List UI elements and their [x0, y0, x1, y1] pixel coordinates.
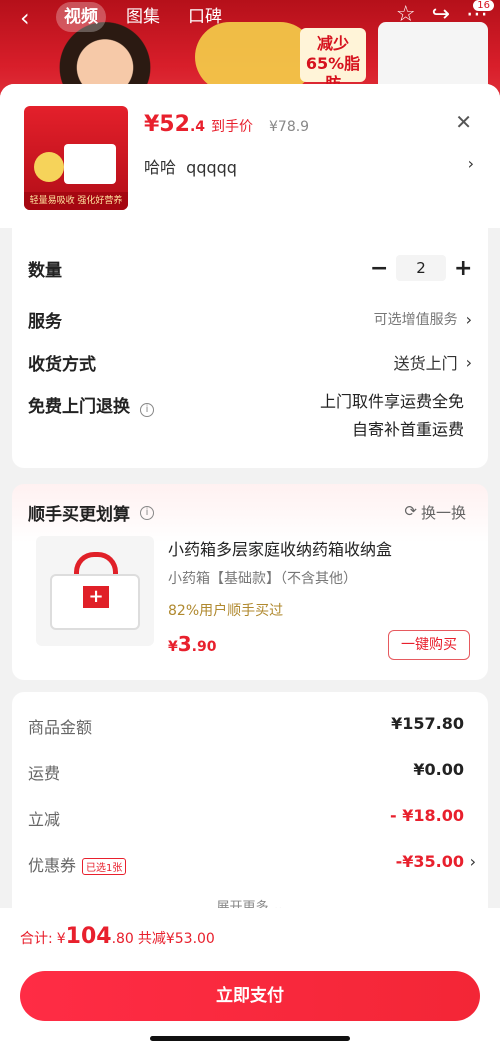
return-line-2: 自寄补首重运费 [351, 420, 464, 439]
quantity-value[interactable]: 2 [396, 255, 446, 281]
media-tabs: 视频 图集 口碑 [56, 2, 230, 32]
checkout-footer: 合计: ¥104.80 共减¥53.00 立即支付 [0, 908, 500, 1048]
return-line-1: 上门取件享运费全免 [319, 392, 464, 411]
selected-spec: 哈哈 qqqqq [144, 158, 237, 177]
coupon-selected-badge: 已选1张 [82, 858, 127, 875]
addon-product-name[interactable]: 小药箱多层家庭收纳药箱收纳盒 [168, 536, 392, 560]
increase-button[interactable]: + [454, 256, 472, 281]
share-icon[interactable]: ↪ [432, 2, 450, 27]
swap-button[interactable]: ⟳ 换一换 [404, 502, 466, 523]
addon-bought-ratio: 82%用户顺手买过 [168, 603, 284, 619]
product-thumbnail[interactable]: 轻量易吸收 强化好营养 [24, 106, 128, 210]
thumbnail-pack [64, 144, 116, 184]
medical-cross-icon: + [83, 586, 109, 608]
chevron-right-icon: › [469, 852, 476, 871]
summary-row-discount: 立减 - ¥18.00 [28, 806, 464, 829]
summary-row-coupon[interactable]: 优惠券 已选1张 -¥35.00 › [28, 852, 476, 876]
price-row: ¥52.4 到手价 ¥78.9 [144, 112, 309, 137]
return-row: 免费上门退换 i 上门取件享运费全免 自寄补首重运费 [28, 380, 472, 450]
background-promo-text: 减少 65%脂肪 [300, 28, 366, 93]
close-icon[interactable]: ✕ [455, 110, 472, 134]
service-label: 服务 [28, 311, 62, 332]
favorite-star-icon[interactable]: ☆ [396, 2, 416, 27]
final-price-tag: 到手价 [211, 119, 253, 135]
return-policy-text: 上门取件享运费全免 自寄补首重运费 [320, 388, 472, 444]
quantity-row: 数量 − 2 + [28, 228, 472, 288]
chevron-right-icon: › [467, 154, 474, 173]
tab-gallery[interactable]: 图集 [118, 2, 168, 32]
product-header: 轻量易吸收 强化好营养 ¥52.4 到手价 ¥78.9 ✕ 哈哈 qqqqq › [0, 84, 500, 228]
delivery-label: 收货方式 [28, 354, 96, 375]
total-saved: 共减¥53.00 [137, 931, 215, 947]
total-amount: ¥104.80 [56, 924, 134, 949]
order-total: 合计: ¥104.80 共减¥53.00 [20, 924, 215, 949]
chevron-right-icon: › [465, 352, 472, 372]
notification-badge: 16 [473, 0, 494, 11]
tab-video[interactable]: 视频 [56, 2, 106, 32]
return-label: 免费上门退换 i [28, 392, 154, 417]
thumbnail-label: 轻量易吸收 强化好营养 [24, 192, 128, 210]
summary-row-subtotal: 商品金额 ¥157.80 [28, 714, 464, 737]
service-value: 可选增值服务 › [373, 309, 472, 329]
original-price: ¥78.9 [269, 119, 310, 135]
refresh-icon: ⟳ [404, 502, 417, 520]
one-click-buy-button[interactable]: 一键购买 [388, 630, 470, 660]
addon-price: ¥3.90 [168, 632, 217, 656]
top-bar: ‹ 视频 图集 口碑 ☆ ↪ ⋯ 16 [0, 0, 500, 36]
back-icon[interactable]: ‹ [20, 4, 42, 32]
tab-reviews[interactable]: 口碑 [180, 2, 230, 32]
thumbnail-badge [34, 152, 64, 182]
delivery-row[interactable]: 收货方式 送货上门 › [28, 338, 472, 380]
chevron-right-icon: › [465, 309, 472, 329]
info-icon[interactable]: i [140, 505, 154, 520]
options-card: 数量 − 2 + 服务 可选增值服务 › 收货方式 送货上门 › 免费上门退换 i 上… [12, 228, 488, 468]
quantity-stepper: − 2 + [370, 255, 472, 281]
service-row[interactable]: 服务 可选增值服务 › [28, 288, 472, 338]
price-summary-card: 商品金额 ¥157.80 运费 ¥0.00 立减 - ¥18.00 优惠券 已选1… [12, 692, 488, 932]
home-indicator [150, 1036, 350, 1041]
pay-now-button[interactable]: 立即支付 [20, 971, 480, 1021]
addon-product-variant: 小药箱【基础款】（不含其他） [168, 571, 357, 587]
quantity-label: 数量 [28, 260, 62, 281]
final-price: ¥52.4 [144, 112, 205, 137]
addon-card: 顺手买更划算 i ⟳ 换一换 + 小药箱多层家庭收纳药箱收纳盒 小药箱【基础款】（不… [12, 484, 488, 680]
addon-product-image[interactable]: + [36, 536, 154, 646]
total-label: 合计: [20, 931, 53, 947]
decrease-button[interactable]: − [370, 256, 388, 281]
delivery-value: 送货上门 › [393, 352, 472, 374]
info-icon[interactable]: i [140, 403, 154, 417]
summary-row-shipping: 运费 ¥0.00 [28, 760, 464, 783]
spec-selector[interactable]: 哈哈 qqqqq › [144, 154, 474, 178]
purchase-sheet: 轻量易吸收 强化好营养 ¥52.4 到手价 ¥78.9 ✕ 哈哈 qqqqq ›… [0, 84, 500, 1048]
